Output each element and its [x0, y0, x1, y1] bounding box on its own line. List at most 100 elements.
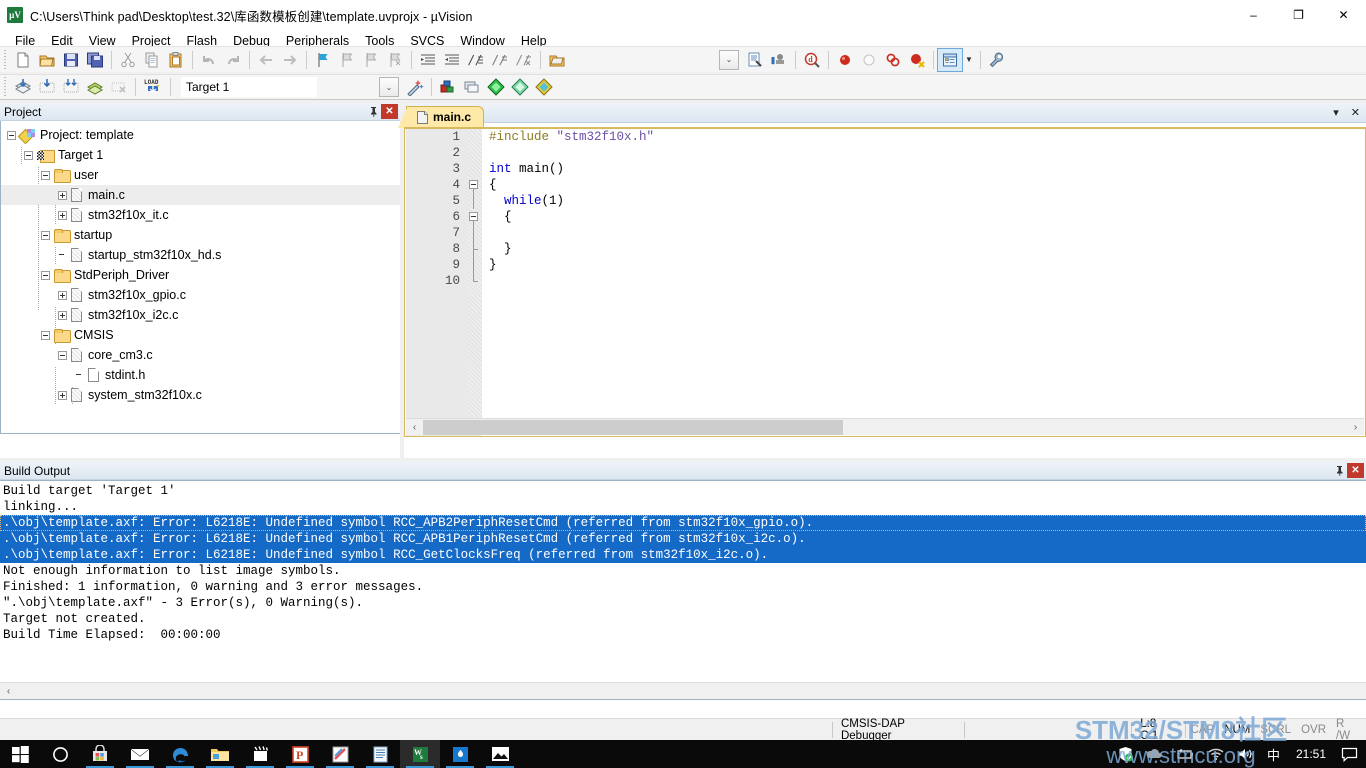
taskbar-clock[interactable]: 21:51 — [1286, 747, 1336, 761]
editor-minimize-icon[interactable]: ▾ — [1333, 106, 1339, 119]
collapse-toggle-icon[interactable] — [41, 330, 50, 340]
scroll-left-arrow-icon[interactable]: ‹ — [0, 684, 17, 699]
multi-project-icon[interactable] — [532, 76, 556, 98]
notification-center-icon[interactable] — [1336, 747, 1362, 762]
build-output-text[interactable]: Build target 'Target 1' linking... .\obj\t… — [0, 480, 1366, 700]
translate-icon[interactable] — [83, 76, 107, 98]
collapse-toggle-icon[interactable] — [41, 230, 50, 240]
start-button-icon[interactable] — [0, 740, 40, 768]
keil-uvision-icon[interactable]: Ws — [400, 740, 440, 768]
debug-start-icon[interactable] — [767, 49, 791, 71]
undo-icon[interactable] — [197, 49, 221, 71]
outdent-icon[interactable] — [440, 49, 464, 71]
project-window-icon[interactable] — [937, 47, 963, 72]
expand-toggle-icon[interactable] — [58, 190, 67, 200]
build-error-line[interactable]: .\obj\template.axf: Error: L6218E: Undef… — [0, 547, 1366, 563]
minimize-button[interactable]: – — [1231, 0, 1276, 30]
scroll-track[interactable] — [423, 419, 1347, 435]
open-file-icon[interactable] — [35, 49, 59, 71]
close-icon[interactable]: ✕ — [381, 104, 398, 119]
manage-components-icon[interactable] — [460, 76, 484, 98]
navigate-back-icon[interactable] — [254, 49, 278, 71]
collapse-toggle-icon[interactable] — [41, 270, 50, 280]
tree-item[interactable]: main.c — [1, 185, 400, 205]
collapse-toggle-icon[interactable] — [58, 350, 67, 360]
stop-build-icon[interactable] — [107, 76, 131, 98]
blue-app-icon[interactable] — [440, 740, 480, 768]
breakpoint-icon[interactable] — [833, 49, 857, 71]
bookmark-toggle-icon[interactable] — [311, 49, 335, 71]
onedrive-cloud-icon[interactable] — [1139, 747, 1169, 761]
paste-icon[interactable] — [164, 49, 188, 71]
expand-toggle-icon[interactable] — [58, 310, 67, 320]
save-all-icon[interactable] — [83, 49, 107, 71]
comment-icon[interactable]: // — [464, 49, 488, 71]
uncomment-all-icon[interactable]: // — [512, 49, 536, 71]
ime-language-icon[interactable]: 中 — [1261, 745, 1286, 764]
options-icon[interactable] — [743, 49, 767, 71]
tree-item[interactable]: CMSIS — [1, 325, 400, 345]
fold-marker[interactable] — [467, 177, 481, 193]
pin-icon[interactable] — [365, 104, 381, 120]
redo-icon[interactable] — [221, 49, 245, 71]
edge-browser-icon[interactable] — [160, 740, 200, 768]
uncomment-icon[interactable]: // — [488, 49, 512, 71]
rebuild-icon[interactable] — [35, 76, 59, 98]
close-icon[interactable]: ✕ — [1347, 463, 1364, 478]
toolbar-grip[interactable] — [2, 49, 9, 70]
tree-item[interactable]: user — [1, 165, 400, 185]
powerpoint-icon[interactable]: P — [280, 740, 320, 768]
download-icon[interactable]: LOAD — [140, 76, 166, 98]
bookmark-clear-icon[interactable] — [383, 49, 407, 71]
scroll-track[interactable] — [17, 683, 1366, 699]
bookmark-prev-icon[interactable] — [335, 49, 359, 71]
notepad-icon[interactable] — [360, 740, 400, 768]
target-options-icon[interactable] — [436, 76, 460, 98]
config-wizard-icon[interactable] — [508, 76, 532, 98]
build-error-line[interactable]: .\obj\template.axf: Error: L6218E: Undef… — [0, 515, 1366, 531]
new-file-icon[interactable] — [11, 49, 35, 71]
microsoft-store-icon[interactable] — [80, 740, 120, 768]
indent-icon[interactable] — [416, 49, 440, 71]
expand-toggle-icon[interactable] — [58, 210, 67, 220]
tree-item[interactable]: stm32f10x_gpio.c — [1, 285, 400, 305]
volume-icon[interactable] — [1231, 747, 1261, 761]
tree-item[interactable]: system_stm32f10x.c — [1, 385, 400, 405]
build-icon[interactable] — [11, 76, 35, 98]
project-tree[interactable]: Project: template Target 1 user main.c stm32… — [0, 121, 400, 434]
scroll-right-arrow-icon[interactable]: › — [1347, 420, 1364, 435]
battery-icon[interactable] — [1169, 747, 1201, 761]
cortana-search-icon[interactable] — [40, 740, 80, 768]
expand-toggle-icon[interactable] — [58, 290, 67, 300]
security-shield-icon[interactable] — [1112, 746, 1139, 762]
photos-icon[interactable] — [480, 740, 520, 768]
editor-horizontal-scrollbar[interactable]: ‹ › — [406, 418, 1364, 435]
copy-icon[interactable] — [140, 49, 164, 71]
breakpoint-disable-icon[interactable] — [857, 49, 881, 71]
navigate-forward-icon[interactable] — [278, 49, 302, 71]
project-window-dropdown-icon[interactable]: ▼ — [962, 49, 976, 71]
snipping-tool-icon[interactable] — [240, 740, 280, 768]
toolbar-grip[interactable] — [2, 77, 9, 97]
target-dropdown-arrow[interactable]: ⌄ — [379, 77, 399, 97]
tree-item[interactable]: StdPeriph_Driver — [1, 265, 400, 285]
build-error-line[interactable]: .\obj\template.axf: Error: L6218E: Undef… — [0, 531, 1366, 547]
editor-close-icon[interactable]: ✕ — [1351, 106, 1360, 119]
breakpoint-all-icon[interactable] — [881, 49, 905, 71]
wifi-icon[interactable] — [1201, 747, 1231, 761]
batch-build-icon[interactable] — [59, 76, 83, 98]
save-icon[interactable] — [59, 49, 83, 71]
tree-item[interactable]: core_cm3.c — [1, 345, 400, 365]
editor-tab-main-c[interactable]: main.c — [397, 106, 485, 128]
tree-item[interactable]: stm32f10x_i2c.c — [1, 305, 400, 325]
maximize-button[interactable]: ❐ — [1276, 0, 1321, 30]
expand-toggle-icon[interactable] — [58, 390, 67, 400]
bookmark-next-icon[interactable] — [359, 49, 383, 71]
editplus-icon[interactable] — [320, 740, 360, 768]
pack-installer-icon[interactable] — [484, 76, 508, 98]
code-content[interactable]: 1 #include "stm32f10x.h" 2 3 int main() 4{5 w… — [405, 129, 1365, 436]
tree-item[interactable]: startup_stm32f10x_hd.s — [1, 245, 400, 265]
tools-icon[interactable] — [985, 49, 1009, 71]
cut-icon[interactable] — [116, 49, 140, 71]
find-in-files-icon[interactable]: d — [800, 49, 824, 71]
